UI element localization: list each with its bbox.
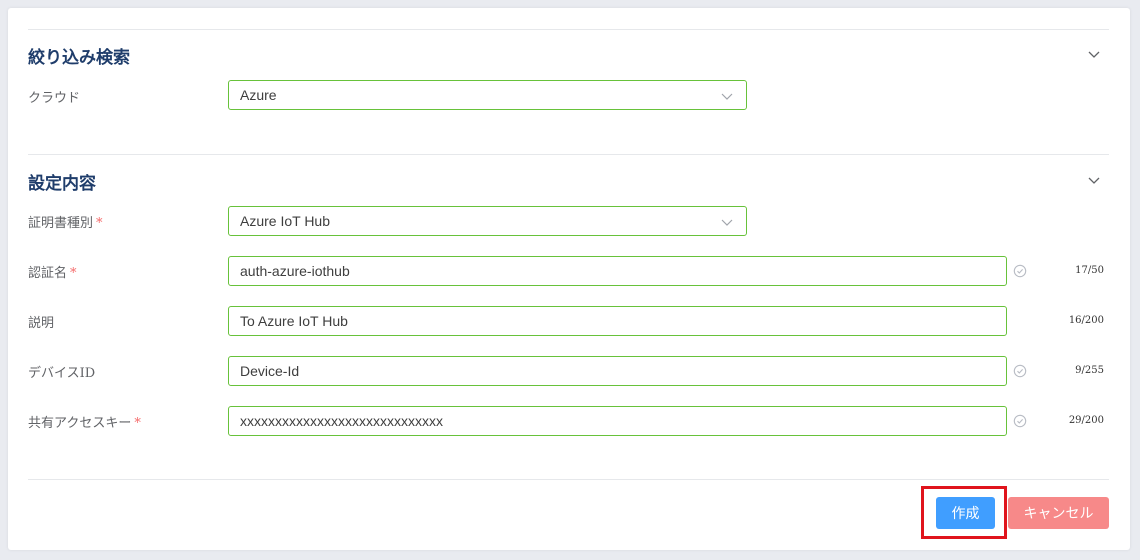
device-id-char-count: 9/255 — [1075, 365, 1104, 376]
section-divider — [28, 154, 1109, 155]
cloud-label: クラウド — [28, 91, 81, 106]
auth-name-input[interactable]: auth-azure-iothub — [228, 256, 1007, 286]
filter-section-title: 絞り込み検索 — [28, 48, 130, 68]
chevron-down-icon[interactable] — [1087, 47, 1101, 61]
settings-section-title: 設定内容 — [28, 174, 96, 194]
cert-type-select[interactable]: Azure IoT Hub — [228, 206, 747, 236]
cloud-select[interactable]: Azure — [228, 80, 747, 110]
auth-name-char-count: 17/50 — [1075, 265, 1104, 276]
check-circle-icon — [1013, 364, 1027, 378]
chevron-down-icon — [721, 93, 733, 100]
description-char-count: 16/200 — [1068, 315, 1104, 326]
access-key-label: 共有アクセスキー * — [28, 416, 141, 431]
description-label: 説明 — [28, 316, 55, 331]
required-mark: * — [70, 266, 77, 281]
access-key-char-count: 29/200 — [1068, 415, 1104, 426]
cancel-button[interactable]: キャンセル — [1008, 497, 1109, 529]
auth-name-label: 認証名 * — [28, 266, 77, 281]
chevron-down-icon — [721, 219, 733, 226]
device-id-label: デバイスID — [28, 366, 96, 381]
check-circle-icon — [1013, 264, 1027, 278]
device-id-input[interactable]: Device-Id — [228, 356, 1007, 386]
highlight-box — [921, 486, 1007, 539]
required-mark: * — [96, 216, 103, 231]
footer-divider — [28, 479, 1109, 480]
top-divider — [28, 29, 1109, 30]
required-mark: * — [134, 416, 141, 431]
cert-type-label: 証明書種別 * — [28, 216, 103, 231]
cert-type-value: Azure IoT Hub — [240, 213, 331, 229]
chevron-down-icon[interactable] — [1087, 173, 1101, 187]
description-input[interactable]: To Azure IoT Hub — [228, 306, 1007, 336]
cloud-select-value: Azure — [240, 87, 277, 103]
access-key-input[interactable]: xxxxxxxxxxxxxxxxxxxxxxxxxxxxx — [228, 406, 1007, 436]
check-circle-icon — [1013, 414, 1027, 428]
